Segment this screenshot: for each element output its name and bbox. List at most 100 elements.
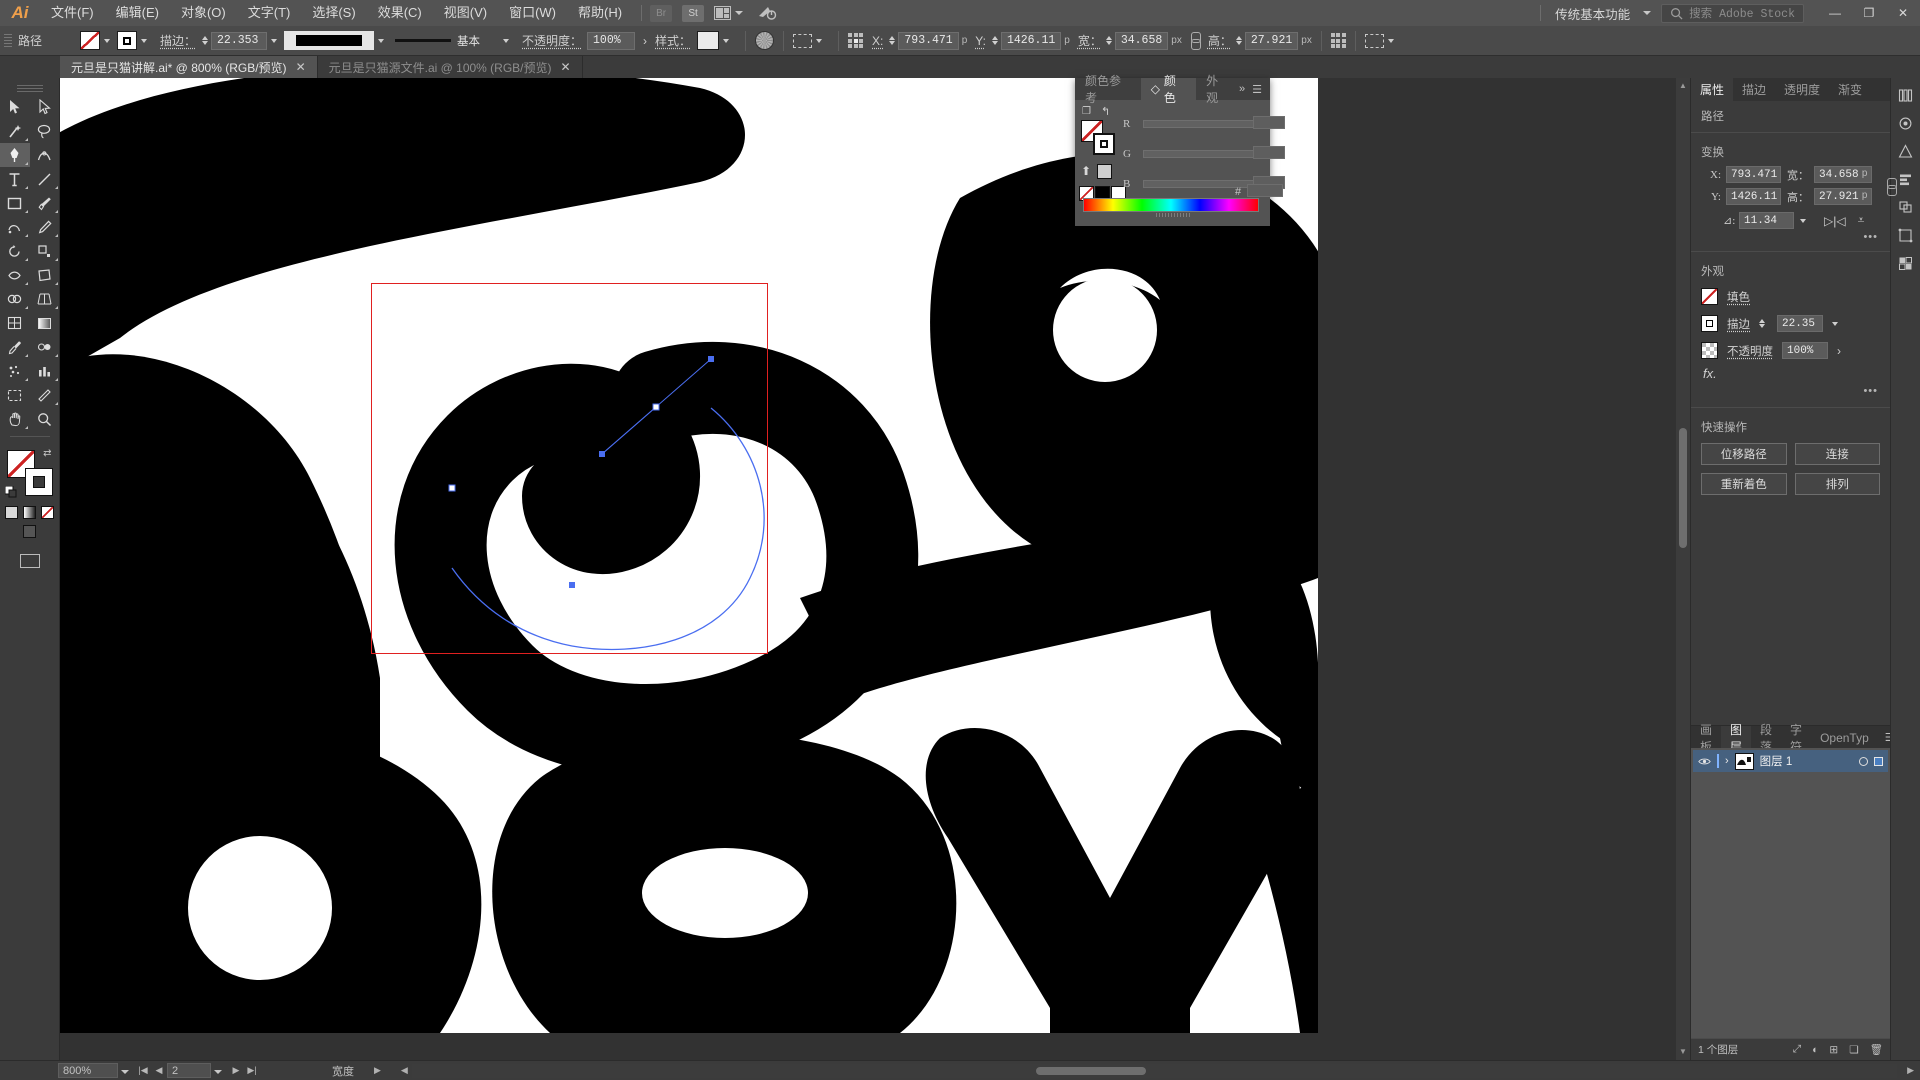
layer-name[interactable]: 图层 1 [1760,753,1853,769]
delete-layer-icon[interactable]: 🗑 [1870,1043,1883,1056]
mesh-tool[interactable] [0,311,30,335]
color-panel-resize-grip[interactable] [1155,213,1190,217]
prev-artboard-button[interactable]: ◀ [151,1065,167,1076]
reference-point-selector[interactable] [848,33,864,48]
stroke-swatch[interactable] [24,468,53,496]
tab-gradient[interactable]: 渐变 [1829,78,1871,101]
locate-object-icon[interactable]: ⤢ [1793,1043,1801,1056]
menu-help[interactable]: 帮助(H) [567,0,633,26]
stock-icon[interactable]: St [682,4,705,22]
blend-tool[interactable] [30,335,60,359]
document-tab-1[interactable]: 元旦是只猫讲解.ai* @ 800% (RGB/预览) ✕ [60,56,318,78]
x-input[interactable]: 793.471 [1726,166,1781,183]
swap-colors-icon[interactable]: ↰ [1101,105,1110,118]
draw-normal-button[interactable] [23,525,36,538]
shaper-tool[interactable] [0,215,30,239]
pencil-tool[interactable] [30,215,60,239]
new-layer-icon[interactable]: ❏ [1849,1044,1858,1056]
default-fill-stroke-icon[interactable] [4,485,17,498]
tab-transparency[interactable]: 透明度 [1775,78,1829,101]
stroke-chevron-down-icon[interactable] [141,38,147,43]
graphic-style-swatch[interactable] [697,31,720,50]
canvas-horizontal-scrollbar[interactable] [411,1063,1898,1078]
angle-input[interactable]: 11.34 [1739,212,1794,229]
line-segment-tool[interactable] [30,167,60,191]
eyedropper-tool[interactable] [0,335,30,359]
curvature-tool[interactable] [30,143,60,167]
fill-color-swatch[interactable] [80,31,100,50]
y-input[interactable]: 1426.11 [1726,188,1781,205]
selection-tool[interactable] [0,95,30,119]
fx-button[interactable]: fx. [1691,364,1890,385]
transform-more-options-icon[interactable]: ••• [1691,229,1890,247]
selection-indicator[interactable] [1874,756,1883,766]
creative-cloud-icon[interactable] [755,3,779,23]
style-chevron-down-icon[interactable] [723,38,730,43]
color-panel[interactable]: 颜色参考 ◇ 颜色 外观 » ☰ ❐ ↰ ⬆ R G B # [1075,74,1285,226]
artboard-chevron-down-icon[interactable] [214,1065,222,1077]
screen-mode-button[interactable] [19,554,40,568]
free-transform-tool[interactable] [30,263,60,287]
canvas-vertical-scrollbar[interactable]: ▲ ▼ [1676,78,1690,1060]
appearance-more-options-icon[interactable]: ••• [1691,385,1890,403]
swatches-icon[interactable] [1893,250,1919,276]
artboard-tool[interactable] [0,383,30,407]
hand-tool[interactable] [0,407,30,431]
variable-width-profile[interactable]: 基本 [391,31,500,50]
tab-stroke[interactable]: 描边 [1733,78,1775,101]
symbol-sprayer-tool[interactable] [0,359,30,383]
scroll-down-icon[interactable]: ▼ [1679,1047,1687,1057]
brushes-icon[interactable] [1893,110,1919,136]
recolor-button[interactable]: 重新着色 [1701,473,1787,495]
column-graph-tool[interactable] [30,359,60,383]
select-similar-icon[interactable] [793,33,813,48]
tab-color[interactable]: ◇ 颜色 [1140,74,1197,105]
width-input[interactable]: 34.658 [1114,31,1169,50]
opacity-expand-icon[interactable]: › [1837,344,1841,358]
rotate-tool[interactable] [0,239,30,263]
gradient-tool[interactable] [30,311,60,335]
swap-fill-stroke-icon[interactable]: ⇄ [43,448,51,459]
transform-panel-icon[interactable] [1364,33,1384,48]
fill-stroke-control[interactable]: ⇄ [4,448,53,498]
menu-file[interactable]: 文件(F) [40,0,105,26]
opacity-input[interactable]: 100% [1782,342,1828,359]
symbols-icon[interactable] [1893,138,1919,164]
control-bar-grip[interactable] [4,30,12,52]
fill-chevron-down-icon[interactable] [104,38,110,43]
flip-vertical-icon[interactable]: ⩡ [1858,213,1865,228]
pen-tool[interactable] [0,143,30,167]
artboard-number-input[interactable]: 2 [167,1063,211,1078]
stroke-weight-input[interactable]: 22.35 [1777,315,1823,332]
select-similar-chevron-icon[interactable] [816,38,823,43]
workspace-switcher[interactable]: 传统基本功能 [1549,4,1661,23]
paintbrush-tool[interactable] [30,191,60,215]
zoom-tool[interactable] [30,407,60,431]
brush-chevron-down-icon[interactable] [378,38,385,43]
stroke-color-swatch[interactable] [117,31,137,50]
type-tool[interactable] [0,167,30,191]
create-sublayer-icon[interactable]: ⊞ [1829,1044,1838,1056]
menu-effect[interactable]: 效果(C) [367,0,433,26]
profile-chevron-down-icon[interactable] [503,38,510,43]
canvas-horizontal-scroll-thumb[interactable] [1035,1066,1146,1075]
chevron-right-icon[interactable]: › [1725,755,1729,767]
color-button[interactable] [5,506,18,519]
flip-horizontal-icon[interactable]: ▷|◁ [1824,214,1846,228]
layer-row[interactable]: › 图层 1 [1693,750,1888,772]
stroke-weight-stepper[interactable] [1759,319,1765,328]
x-stepper[interactable] [889,36,896,45]
menu-type[interactable]: 文字(T) [237,0,302,26]
minimize-button[interactable]: — [1818,0,1852,26]
constrain-proportions-icon[interactable] [1188,31,1202,50]
perspective-grid-tool[interactable] [30,287,60,311]
magic-wand-tool[interactable] [0,119,30,143]
menu-object[interactable]: 对象(O) [170,0,237,26]
rectangle-tool[interactable] [0,191,30,215]
stroke-weight-input[interactable]: 22.353 [211,31,268,50]
tools-panel-grip[interactable] [16,84,43,92]
none-button[interactable] [41,506,54,519]
target-circle-icon[interactable] [1859,756,1868,766]
canvas-vertical-scroll-thumb[interactable] [1679,428,1687,548]
stroke-brush-preview[interactable] [284,31,375,50]
